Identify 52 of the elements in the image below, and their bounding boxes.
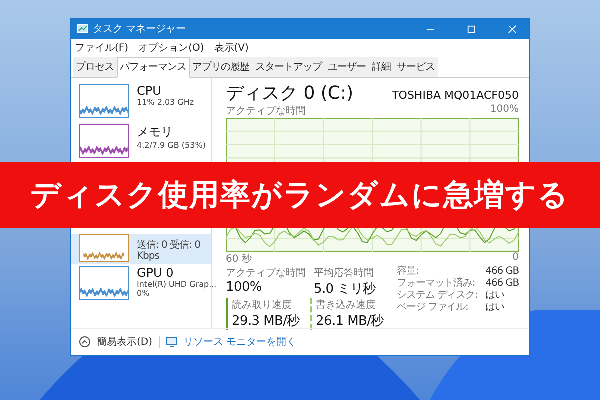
stat-label: 平均応答時間	[314, 266, 375, 280]
resource-item[interactable]: 送信: 0 受信: 0 Kbps	[71, 234, 211, 264]
graph-min-label: 0	[512, 252, 519, 265]
tab[interactable]: パフォーマンス	[117, 57, 190, 78]
chevron-up-icon[interactable]	[79, 336, 91, 348]
time-axis-label: 60 秒	[226, 252, 252, 266]
property-label: 容量:	[397, 266, 420, 278]
property-value: はい	[486, 302, 506, 314]
resource-detail: 送信: 0 受信: 0 Kbps	[137, 240, 202, 262]
resource-monitor-link[interactable]: リソース モニターを開く	[184, 335, 297, 349]
close-icon[interactable]	[508, 24, 517, 34]
resource-name: GPU 0	[137, 266, 175, 280]
resource-detail: Intel(R) UHD Grap...	[137, 280, 217, 289]
property-label: システム ディスク:	[397, 290, 478, 302]
tab[interactable]: サービス	[394, 57, 438, 77]
property-value: 466 GB	[486, 278, 519, 290]
resource-name: CPU	[137, 84, 162, 98]
property-label: フォーマット済み:	[397, 278, 476, 290]
tab[interactable]: プロセス	[73, 57, 117, 77]
tab[interactable]: アプリの履歴	[190, 57, 252, 77]
speed-label: 読み取り速度	[232, 298, 293, 312]
speed-value: 26.1 MB/秒	[316, 312, 385, 330]
app-icon	[77, 23, 89, 35]
graph-max-label: 100%	[490, 104, 519, 117]
resource-detail: 4.2/7.9 GB (53%)	[137, 141, 206, 150]
menu-item[interactable]: オプション(O)	[138, 41, 204, 55]
resource-detail: 0%	[137, 289, 151, 298]
resource-item[interactable]: メモリ 4.2/7.9 GB (53%)	[71, 122, 211, 162]
panel-title: ディスク 0 (C:)	[226, 84, 354, 104]
monitor-icon	[166, 336, 178, 348]
resource-item[interactable]: CPU 11% 2.03 GHz	[71, 82, 211, 122]
stat-value: 100%	[226, 280, 263, 295]
menu-item[interactable]: ファイル(F)	[75, 41, 129, 55]
tab[interactable]: 詳細	[369, 57, 394, 77]
banner-heading: ディスク使用率がランダムに急増する	[30, 176, 570, 214]
menu-item[interactable]: 表示(V)	[214, 41, 249, 55]
window-title: タスク マネージャー	[93, 23, 186, 36]
speed-value: 29.3 MB/秒	[232, 312, 301, 330]
disk-model: TOSHIBA MQ01ACF050	[392, 89, 519, 102]
fewer-details-link[interactable]: 簡易表示(D)	[97, 335, 153, 349]
property-value: 466 GB	[486, 266, 519, 278]
speed-label: 書き込み速度	[316, 298, 377, 312]
resource-detail: 11% 2.03 GHz	[137, 98, 194, 107]
stat-value: 5.0 ミリ秒	[314, 280, 377, 298]
resource-name: メモリ	[137, 124, 174, 141]
tab[interactable]: ユーザー	[325, 57, 369, 77]
graph-label: アクティブな時間	[226, 104, 306, 118]
tab[interactable]: スタートアップ	[252, 57, 325, 77]
property-label: ページ ファイル:	[397, 302, 470, 314]
stat-label: アクティブな時間	[226, 266, 306, 280]
property-value: はい	[486, 290, 506, 302]
maximize-icon[interactable]	[467, 24, 476, 34]
